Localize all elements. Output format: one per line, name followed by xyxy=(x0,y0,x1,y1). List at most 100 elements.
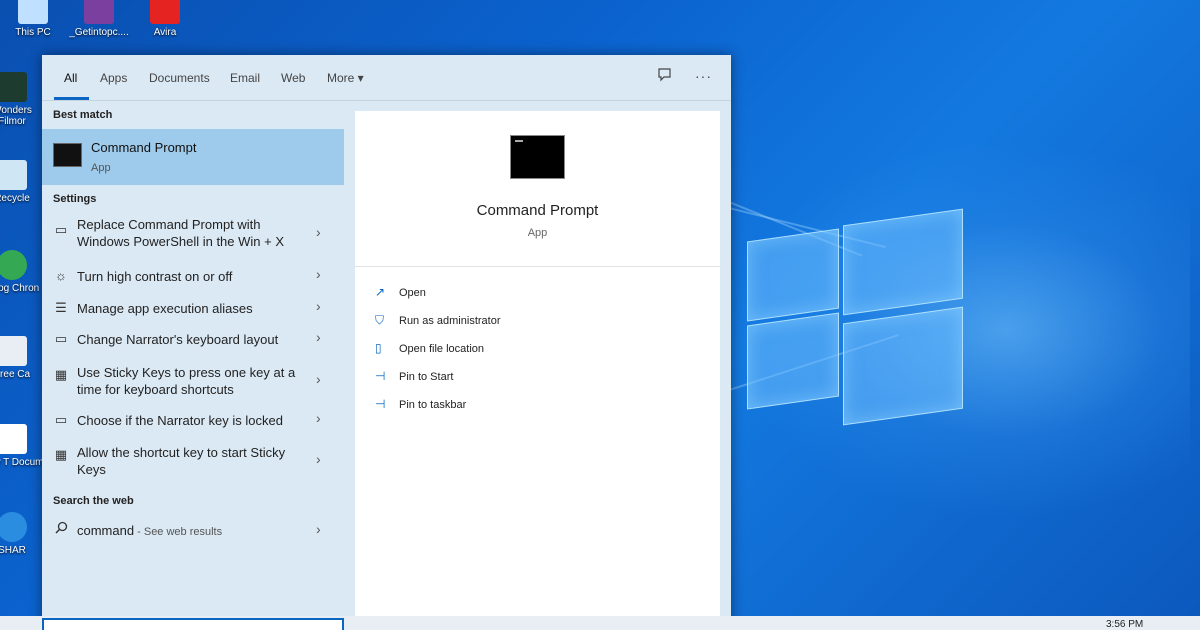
taskbar-clock[interactable]: 3:56 PM xyxy=(1106,619,1143,630)
action-label: Open xyxy=(399,287,426,299)
desktop-icon-free-cam[interactable]: Free Ca xyxy=(0,336,44,380)
desktop-icon-label: New T Docum xyxy=(0,457,44,468)
best-match-heading: Best match xyxy=(53,109,113,121)
setting-item-label: Turn high contrast on or off xyxy=(77,269,233,284)
chevron-right-icon: › xyxy=(316,371,321,387)
desktop-icon-recycle-bin[interactable]: Recycle xyxy=(0,160,44,204)
setting-item-label: Manage app execution aliases xyxy=(77,301,253,316)
pin-icon: ⊣ xyxy=(375,397,386,411)
best-match-item[interactable]: Command Prompt App xyxy=(42,129,344,185)
setting-item-label: Allow the shortcut key to start Sticky K… xyxy=(77,445,286,477)
shield-icon: ⛉ xyxy=(375,313,385,327)
brightness-icon: ☼ xyxy=(55,268,67,283)
camera-icon xyxy=(0,336,27,366)
web-query: command xyxy=(77,523,135,538)
tab-email[interactable]: Email xyxy=(230,71,260,85)
keyboard-icon: ▦ xyxy=(54,447,68,462)
results-list: Best match Command Prompt App Settings ▭… xyxy=(42,101,344,630)
preview-divider xyxy=(355,266,720,267)
action-label: Pin to taskbar xyxy=(399,399,467,411)
setting-item-label: Choose if the Narrator key is locked xyxy=(77,413,283,428)
setting-item-narrator-lock[interactable]: ▭ Choose if the Narrator key is locked › xyxy=(42,408,344,432)
preview-title: Command Prompt xyxy=(476,202,599,219)
desktop-icon-share[interactable]: SHAR xyxy=(0,512,44,556)
setting-item-powershell[interactable]: ▭ Replace Command Prompt with Windows Po… xyxy=(42,214,344,254)
desktop-icon-filmora[interactable]: Wonders Filmor xyxy=(0,72,44,127)
chevron-right-icon: › xyxy=(316,266,321,282)
taskbar-search-input[interactable] xyxy=(42,618,344,630)
action-pin-to-start[interactable]: ⊣ Pin to Start xyxy=(375,369,453,383)
web-results-hint: - See web results xyxy=(134,526,223,538)
computer-icon xyxy=(18,0,48,24)
avira-icon xyxy=(150,0,180,24)
chrome-icon xyxy=(0,250,27,280)
more-options-icon[interactable]: ··· xyxy=(695,68,712,84)
action-label: Pin to Start xyxy=(399,371,454,383)
search-panel: All Apps Documents Email Web More ▾ ··· … xyxy=(42,55,731,630)
tab-documents[interactable]: Documents xyxy=(149,71,210,85)
setting-item-label: Use Sticky Keys to press one key at a ti… xyxy=(77,365,296,397)
search-web-heading: Search the web xyxy=(53,495,134,507)
setting-item-label: Replace Command Prompt with Windows Powe… xyxy=(77,217,285,249)
chevron-right-icon: › xyxy=(316,521,321,537)
preview-subtitle: App xyxy=(527,227,548,239)
chevron-right-icon: › xyxy=(316,410,321,426)
settings-heading: Settings xyxy=(53,193,97,205)
desktop-icon-chrome[interactable]: Goog Chron xyxy=(0,250,44,294)
monitor-icon: ▭ xyxy=(54,222,68,237)
setting-item-sticky-shortcut[interactable]: ▦ Allow the shortcut key to start Sticky… xyxy=(42,439,344,479)
chevron-right-icon: › xyxy=(316,298,321,314)
list-icon: ☰ xyxy=(55,300,67,315)
desktop-icon-label: Wonders Filmor xyxy=(0,105,32,127)
desktop-icon-label: SHAR xyxy=(0,545,26,556)
cmd-app-large-icon xyxy=(510,135,565,179)
search-tabs: All Apps Documents Email Web More ▾ ··· xyxy=(42,55,731,101)
setting-item-app-aliases[interactable]: ☰ Manage app execution aliases › xyxy=(42,296,344,320)
feedback-icon[interactable] xyxy=(657,67,673,86)
action-open[interactable]: ↗ Open xyxy=(375,285,426,299)
best-match-subtitle: App xyxy=(91,162,111,174)
setting-item-narrator-layout[interactable]: ▭ Change Narrator's keyboard layout › xyxy=(42,327,344,351)
share-icon xyxy=(0,512,27,542)
desktop-icon-label: This PC xyxy=(15,27,51,38)
monitor-icon: ▭ xyxy=(54,412,68,427)
best-match-title: Command Prompt xyxy=(91,140,197,155)
web-result-item[interactable]: command - See web results › xyxy=(42,519,344,543)
desktop-icon-label: Free Ca xyxy=(0,369,31,380)
desktop-icon-this-pc[interactable]: This PC xyxy=(1,0,65,38)
tab-more[interactable]: More ▾ xyxy=(327,71,364,85)
preview-pane: Command Prompt App ↗ Open ⛉ Run as adminis… xyxy=(355,111,720,619)
pin-icon: ⊣ xyxy=(375,369,386,383)
chevron-right-icon: › xyxy=(316,451,321,467)
tab-apps[interactable]: Apps xyxy=(100,71,127,85)
keyboard-icon: ▦ xyxy=(54,367,68,382)
filmora-icon xyxy=(0,72,27,102)
setting-item-sticky-keys[interactable]: ▦ Use Sticky Keys to press one key at a … xyxy=(42,359,344,399)
desktop-icon-label: Avira xyxy=(153,27,177,38)
active-tab-indicator xyxy=(54,97,89,100)
action-run-as-admin[interactable]: ⛉ Run as administrator xyxy=(375,313,501,328)
chevron-right-icon: › xyxy=(316,329,321,345)
action-label: Open file location xyxy=(399,343,484,355)
cmd-app-icon xyxy=(53,143,82,167)
action-open-file-location[interactable]: ▯ Open file location xyxy=(375,341,484,355)
recycle-bin-icon xyxy=(0,160,27,190)
setting-item-high-contrast[interactable]: ☼ Turn high contrast on or off › xyxy=(42,264,344,288)
archive-icon xyxy=(84,0,114,24)
desktop-icon-avira[interactable]: Avira xyxy=(133,0,197,38)
tab-web[interactable]: Web xyxy=(281,71,305,85)
action-label: Run as administrator xyxy=(399,315,501,327)
action-pin-to-taskbar[interactable]: ⊣ Pin to taskbar xyxy=(375,397,466,411)
windows-logo-wallpaper xyxy=(745,205,965,427)
desktop-icon-label: Recycle xyxy=(0,193,30,204)
open-icon: ↗ xyxy=(375,285,386,299)
document-icon xyxy=(0,424,27,454)
monitor-icon: ▭ xyxy=(54,331,68,346)
file-icon: ▯ xyxy=(375,341,382,355)
search-icon xyxy=(52,521,70,537)
chevron-right-icon: › xyxy=(316,224,321,240)
tab-all[interactable]: All xyxy=(64,71,77,85)
desktop-icon-label: Goog Chron xyxy=(0,283,40,294)
desktop-icon-new-document[interactable]: New T Docum xyxy=(0,424,44,468)
desktop-icon-getintopc[interactable]: _Getintopc.... xyxy=(67,0,131,38)
